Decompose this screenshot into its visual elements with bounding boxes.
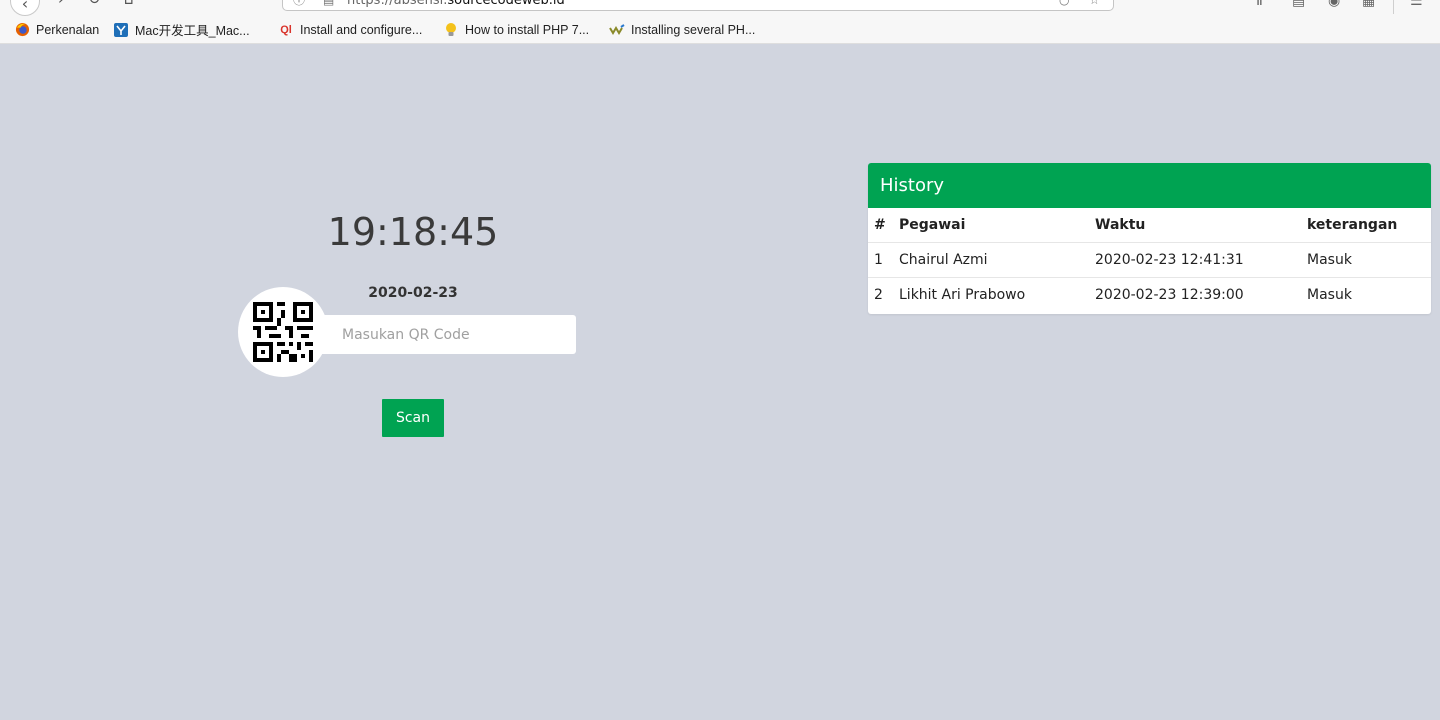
cell-pegawai: Likhit Ari Prabowo [899, 277, 1095, 312]
info-icon[interactable]: ⓘ [293, 0, 305, 6]
account-icon[interactable]: ◉ [1328, 0, 1340, 9]
mac-tools-icon [113, 22, 129, 38]
qr-code-icon [253, 302, 313, 362]
bookmark-label: Installing several PH... [631, 22, 756, 37]
col-header-keterangan: keterangan [1307, 217, 1398, 233]
toolbar-divider [1393, 0, 1394, 14]
bookmark-mac-tools[interactable]: Mac开发工具_Mac... [113, 16, 250, 43]
bookmark-installing-several[interactable]: Installing several PH... [609, 16, 755, 43]
url-domain: sourcecodeweb.id [447, 0, 565, 8]
cell-waktu: 2020-02-23 12:39:00 [1095, 277, 1307, 312]
address-bar[interactable]: ⓘ ▤ https://absensi.sourcecodeweb.id ○ ☆ [282, 0, 1114, 11]
reload-icon[interactable]: ↻ [88, 0, 101, 8]
page-icon: ▤ [323, 0, 335, 7]
col-header-pegawai: Pegawai [899, 217, 966, 233]
firefox-icon [14, 22, 30, 38]
qr-code-input[interactable] [314, 315, 576, 354]
qr-code-badge [238, 287, 328, 377]
cell-number: 1 [868, 242, 899, 278]
bookmark-label: Perkenalan [36, 22, 100, 37]
scan-button[interactable]: Scan [382, 399, 444, 437]
cell-keterangan: Masuk [1307, 277, 1431, 312]
extension-icon[interactable]: ▦ [1362, 0, 1375, 9]
browser-toolbar: ‹ › ↻ ⌂ ⓘ ▤ https://absensi.sourcecodewe… [0, 0, 1440, 16]
back-arrow-icon: ‹ [21, 0, 29, 13]
history-title: History [868, 163, 1431, 208]
col-header-number: # [874, 217, 886, 233]
forward-icon[interactable]: › [58, 0, 64, 8]
bookmark-star-icon[interactable]: ☆ [1089, 0, 1100, 6]
bookmark-perkenalan[interactable]: Perkenalan [14, 16, 99, 43]
cell-keterangan: Masuk [1307, 242, 1431, 278]
lightbulb-icon [443, 22, 459, 38]
cell-number: 2 [868, 277, 899, 312]
bookmark-install-php[interactable]: How to install PHP 7... [443, 16, 589, 43]
clock-display: 19:18:45 [327, 210, 499, 254]
bookmarks-bar: Perkenalan Mac开发工具_Mac... Ql Install and… [0, 16, 1440, 44]
col-header-waktu: Waktu [1095, 217, 1146, 233]
reader-icon[interactable]: ○ [1059, 0, 1069, 6]
date-display: 2020-02-23 [368, 285, 458, 301]
cell-waktu: 2020-02-23 12:41:31 [1095, 242, 1307, 278]
url-text[interactable]: https://absensi.sourcecodeweb.id [347, 0, 565, 8]
cell-pegawai: Chairul Azmi [899, 242, 1095, 278]
bookmark-label: Mac开发工具_Mac... [135, 24, 250, 38]
menu-icon[interactable]: ☰ [1410, 0, 1423, 9]
back-button[interactable]: ‹ [10, 0, 40, 16]
wave-icon [609, 22, 625, 38]
table-row: 1 Chairul Azmi 2020-02-23 12:41:31 Masuk [868, 242, 1431, 278]
history-panel: History # Pegawai Waktu keterangan 1 Cha… [868, 163, 1431, 314]
history-header-row: # Pegawai Waktu keterangan [868, 208, 1431, 243]
bookmark-label: Install and configure... [300, 22, 423, 37]
home-icon[interactable]: ⌂ [124, 0, 134, 8]
bookmark-install-configure[interactable]: Ql Install and configure... [278, 16, 422, 43]
history-table: # Pegawai Waktu keterangan 1 Chairul Azm… [868, 208, 1431, 312]
sidebar-icon[interactable]: ▤ [1292, 0, 1305, 9]
library-icon[interactable]: Ⅱ [1256, 0, 1263, 9]
bookmark-label: How to install PHP 7... [465, 22, 590, 37]
ql-icon: Ql [280, 23, 292, 36]
url-prefix: https://absensi. [347, 0, 448, 8]
table-row: 2 Likhit Ari Prabowo 2020-02-23 12:39:00… [868, 277, 1431, 312]
